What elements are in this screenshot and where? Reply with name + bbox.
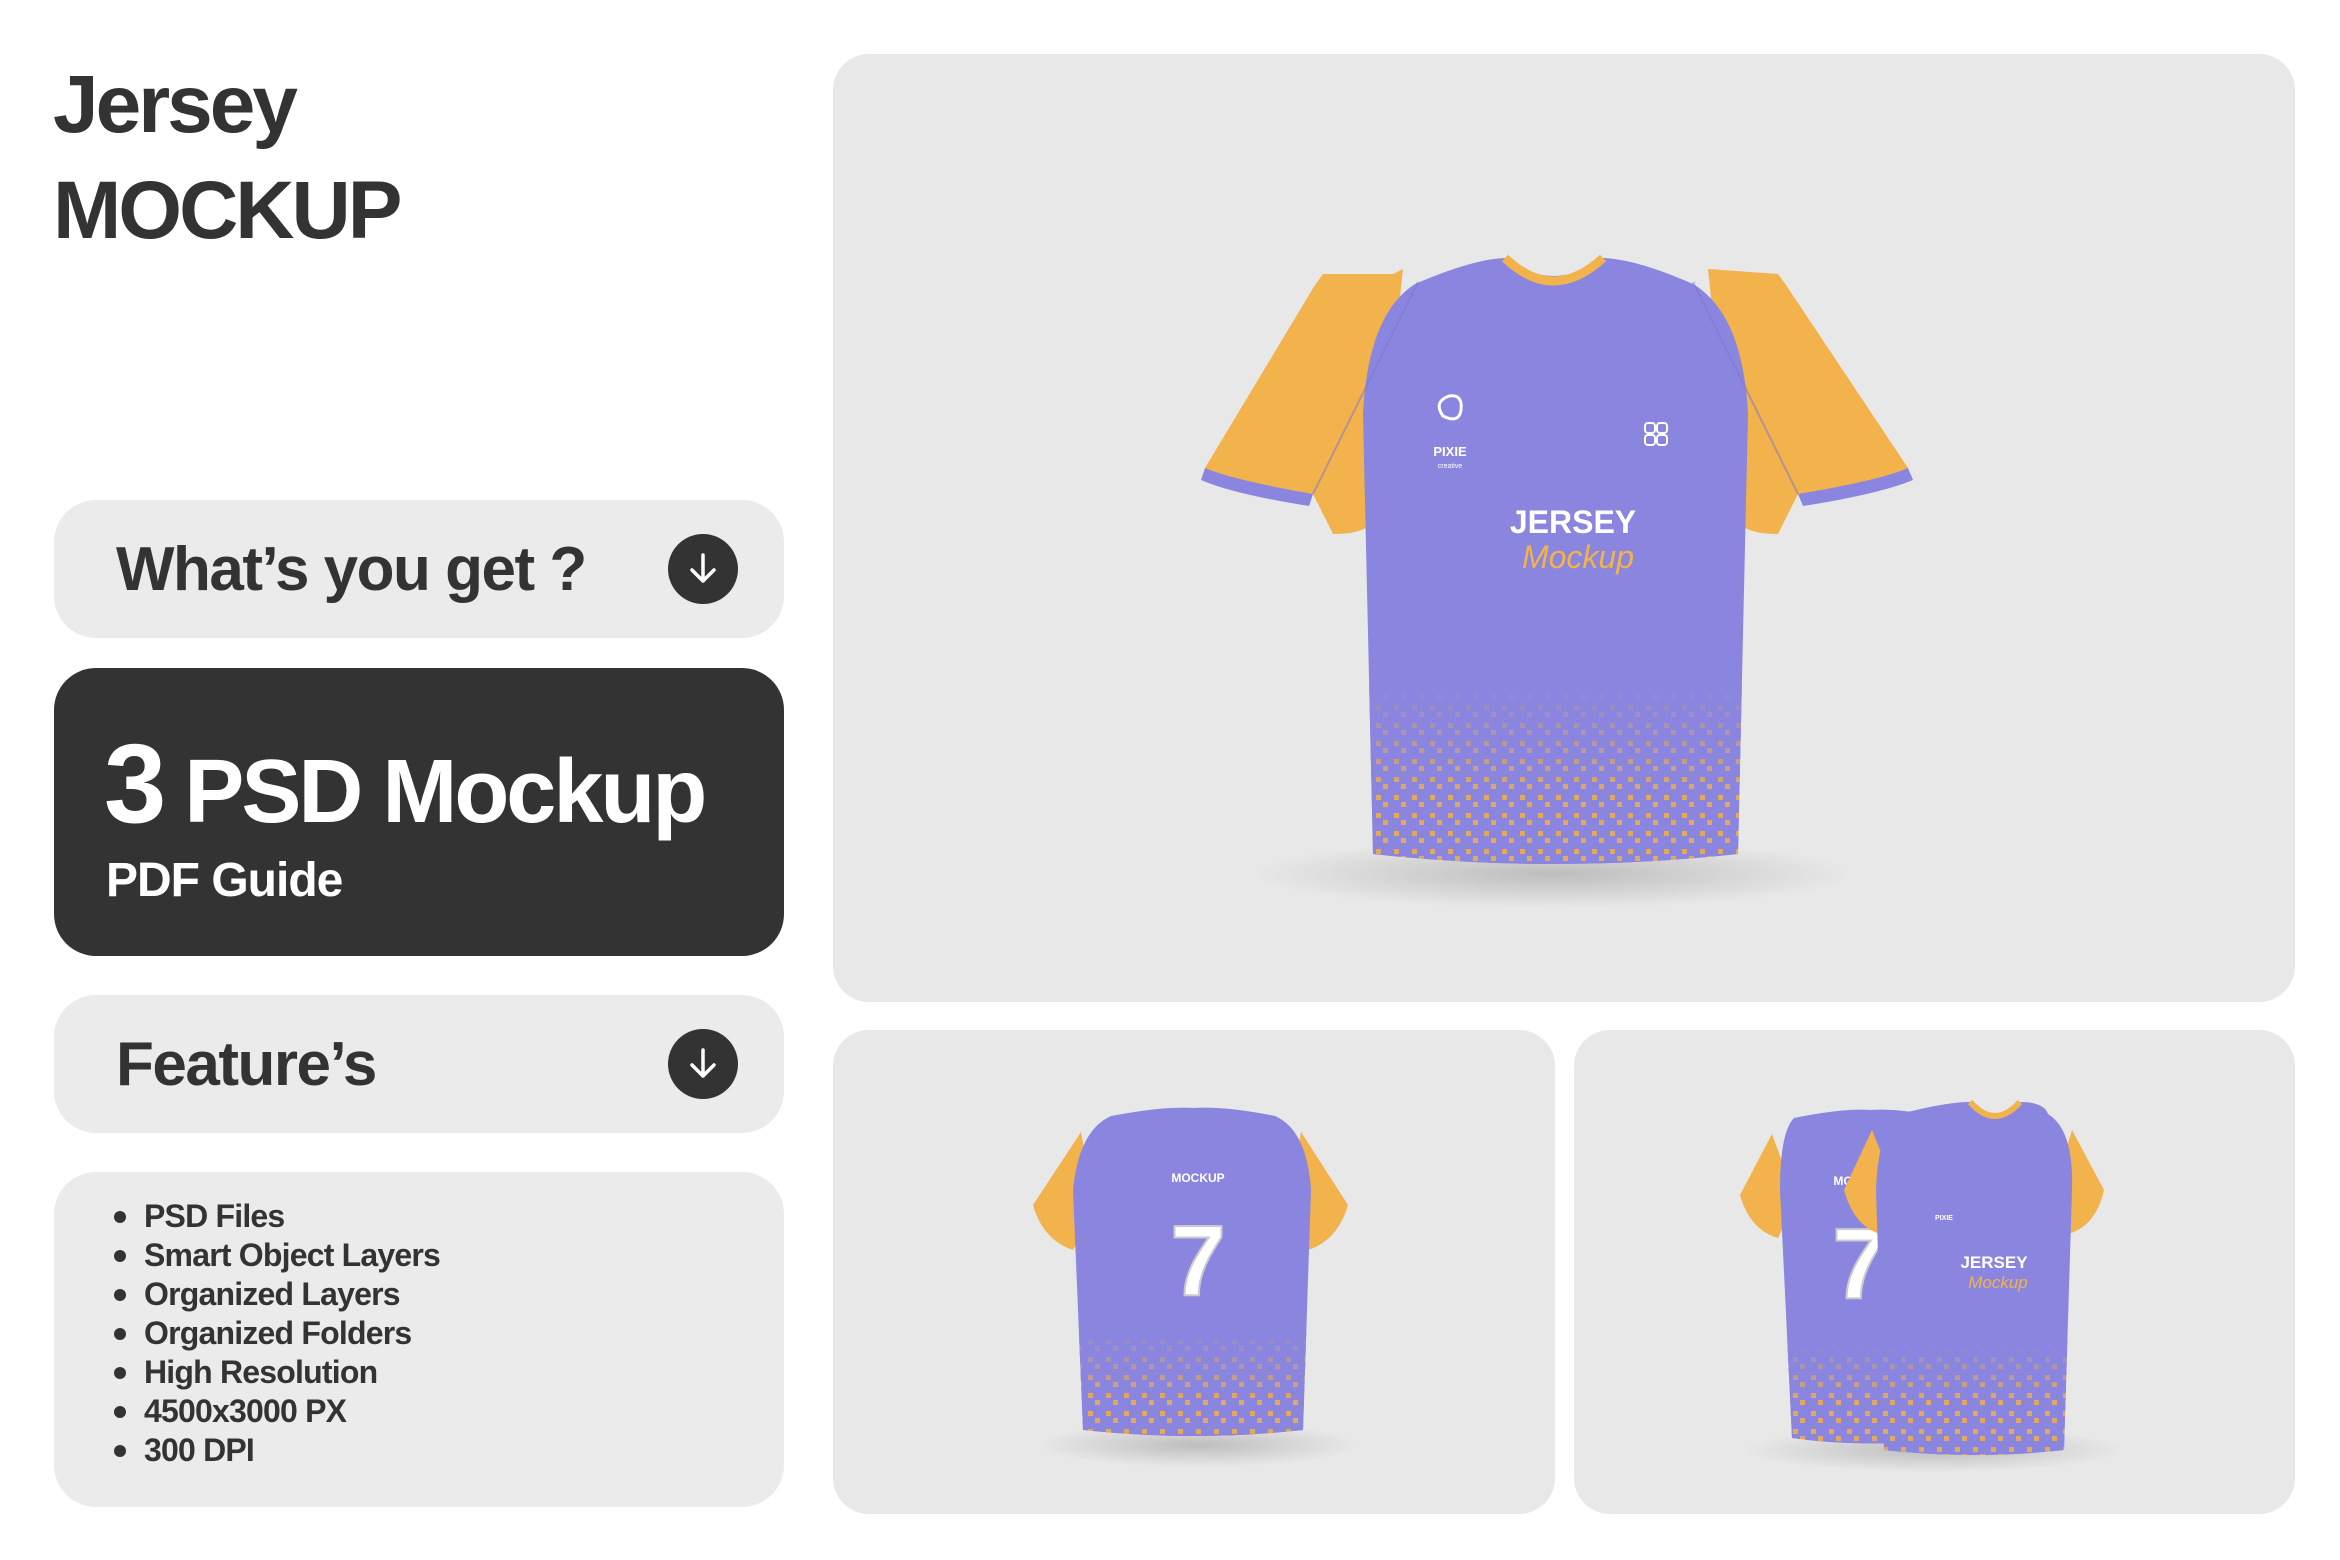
brand-text: PIXIE bbox=[1433, 444, 1467, 459]
feature-item: Smart Object Layers bbox=[114, 1236, 784, 1275]
jersey-front-script: Mockup bbox=[1522, 539, 1634, 575]
combo-jersey-card: MOCKUP 7 PIXIE JERSEY Mockup bbox=[1574, 1030, 2295, 1514]
combo-front-script: Mockup bbox=[1968, 1273, 2028, 1292]
combo-front-title: JERSEY bbox=[1960, 1253, 2028, 1272]
offer-count: 3 bbox=[104, 721, 166, 846]
jersey-front-title: JERSEY bbox=[1510, 504, 1636, 540]
offer-title: PSD Mockup bbox=[184, 742, 707, 842]
whats-you-get-panel[interactable]: What’s you get ? bbox=[54, 500, 784, 638]
offer-panel: 3 PSD Mockup PDF Guide bbox=[54, 668, 784, 956]
combo-brand-text: PIXIE bbox=[1935, 1215, 1953, 1222]
jersey-back-number: 7 bbox=[1170, 1205, 1226, 1317]
features-panel[interactable]: Feature’s bbox=[54, 995, 784, 1133]
brand-sub-text: creative bbox=[1438, 463, 1463, 470]
features-list: PSD Files Smart Object Layers Organized … bbox=[54, 1172, 784, 1470]
front-jersey-image: PIXIE creative JERSEY Mockup bbox=[1201, 254, 1913, 908]
arrow-down-circle-icon[interactable] bbox=[668, 534, 738, 604]
features-list-panel: PSD Files Smart Object Layers Organized … bbox=[54, 1172, 784, 1507]
feature-item: 4500x3000 PX bbox=[114, 1392, 784, 1431]
feature-item: PSD Files bbox=[114, 1197, 784, 1236]
features-label: Feature’s bbox=[116, 1029, 377, 1099]
feature-item: Organized Layers bbox=[114, 1275, 784, 1314]
combo-jersey-image: MOCKUP 7 PIXIE JERSEY Mockup bbox=[1740, 1099, 2124, 1472]
feature-item: 300 DPI bbox=[114, 1431, 784, 1470]
back-jersey-image: MOCKUP 7 bbox=[1033, 1107, 1358, 1467]
arrow-down-circle-icon[interactable] bbox=[668, 1029, 738, 1099]
feature-item: Organized Folders bbox=[114, 1314, 784, 1353]
offer-subtitle: PDF Guide bbox=[106, 854, 343, 907]
title-line-2: MOCKUP bbox=[53, 165, 402, 256]
title-line-1: Jersey bbox=[53, 59, 298, 150]
feature-item: High Resolution bbox=[114, 1353, 784, 1392]
whats-you-get-label: What’s you get ? bbox=[116, 534, 587, 604]
jersey-back-label: MOCKUP bbox=[1171, 1171, 1224, 1185]
front-jersey-card: PIXIE creative JERSEY Mockup bbox=[833, 54, 2295, 1002]
back-jersey-card: MOCKUP 7 bbox=[833, 1030, 1555, 1514]
page-title: Jersey MOCKUP bbox=[53, 52, 402, 264]
